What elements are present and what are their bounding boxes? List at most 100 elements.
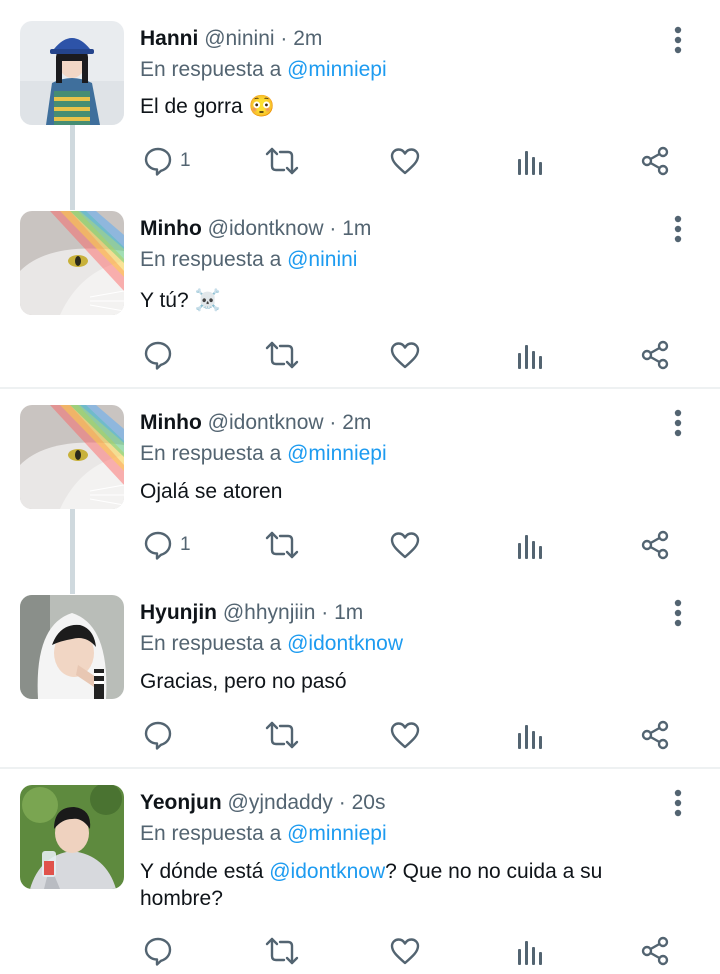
- retweet-button[interactable]: [264, 525, 300, 565]
- like-button[interactable]: [389, 141, 421, 181]
- share-button[interactable]: [639, 141, 671, 181]
- like-button[interactable]: [389, 525, 421, 565]
- retweet-button[interactable]: [264, 931, 300, 971]
- reply-button[interactable]: 1: [142, 525, 191, 565]
- reply-context: En respuesta a @minniepi: [140, 441, 387, 467]
- reply-icon: [144, 341, 172, 370]
- more-options-button[interactable]: [668, 408, 688, 438]
- views-button[interactable]: [516, 141, 544, 181]
- reply-icon: [144, 721, 172, 750]
- share-icon: [641, 720, 669, 750]
- retweet-button[interactable]: [264, 141, 300, 181]
- author-name[interactable]: Hanni: [140, 27, 198, 50]
- author-handle[interactable]: @yjndaddy: [228, 791, 333, 814]
- reply-button[interactable]: [142, 715, 180, 755]
- author-name[interactable]: Hyunjin: [140, 601, 217, 624]
- retweet-icon: [265, 721, 299, 749]
- reply-icon: [144, 147, 172, 176]
- more-options-button[interactable]: [668, 25, 688, 55]
- heart-icon: [390, 342, 420, 369]
- reply-count: 1: [180, 534, 191, 555]
- tweet-text-content: Ojalá se atoren: [140, 480, 283, 503]
- action-bar: 1: [0, 525, 720, 565]
- reply-button[interactable]: [142, 931, 180, 971]
- more-options-button[interactable]: [668, 598, 688, 628]
- reply-count: 1: [180, 150, 191, 171]
- share-button[interactable]: [639, 335, 671, 375]
- views-button[interactable]: [516, 931, 544, 971]
- share-icon: [641, 146, 669, 176]
- divider: [0, 767, 720, 769]
- avatar[interactable]: [20, 405, 124, 509]
- analytics-icon: [518, 151, 542, 175]
- timestamp[interactable]: 2m: [293, 27, 322, 50]
- reply-button[interactable]: [142, 335, 180, 375]
- text-mention[interactable]: @idontknow: [269, 860, 385, 883]
- views-button[interactable]: [516, 715, 544, 755]
- reply-mention[interactable]: @minniepi: [287, 442, 387, 465]
- timestamp[interactable]: 20s: [352, 791, 386, 814]
- views-button[interactable]: [516, 525, 544, 565]
- author-handle[interactable]: @idontknow: [208, 411, 324, 434]
- more-vertical-icon: [674, 26, 682, 54]
- share-button[interactable]: [639, 525, 671, 565]
- reply-mention[interactable]: @ninini: [287, 248, 357, 271]
- reply-context: En respuesta a @idontknow: [140, 631, 403, 657]
- more-vertical-icon: [674, 215, 682, 243]
- more-vertical-icon: [674, 599, 682, 627]
- avatar[interactable]: [20, 211, 124, 315]
- reply-icon: [144, 937, 172, 966]
- timestamp[interactable]: 1m: [342, 217, 371, 240]
- action-bar: [0, 931, 720, 971]
- analytics-icon: [518, 345, 542, 369]
- tweet-header: Hyunjin @hhynjiin · 1m: [140, 600, 363, 626]
- author-name[interactable]: Yeonjun: [140, 791, 222, 814]
- action-bar: [0, 335, 720, 375]
- like-button[interactable]: [389, 715, 421, 755]
- share-button[interactable]: [639, 715, 671, 755]
- more-vertical-icon: [674, 789, 682, 817]
- timestamp[interactable]: 2m: [342, 411, 371, 434]
- more-options-button[interactable]: [668, 214, 688, 244]
- retweet-button[interactable]: [264, 335, 300, 375]
- share-icon: [641, 530, 669, 560]
- tweet-header: Minho @idontknow · 2m: [140, 410, 371, 436]
- retweet-button[interactable]: [264, 715, 300, 755]
- more-options-button[interactable]: [668, 788, 688, 818]
- author-handle[interactable]: @idontknow: [208, 217, 324, 240]
- author-name[interactable]: Minho: [140, 217, 202, 240]
- timestamp[interactable]: 1m: [334, 601, 363, 624]
- avatar[interactable]: [20, 21, 124, 125]
- reply-mention[interactable]: @minniepi: [287, 58, 387, 81]
- divider: [0, 387, 720, 389]
- author-handle[interactable]: @hhynjiin: [223, 601, 316, 624]
- retweet-icon: [265, 937, 299, 965]
- heart-icon: [390, 148, 420, 175]
- heart-icon: [390, 938, 420, 965]
- share-icon: [641, 340, 669, 370]
- tweet-header: Yeonjun @yjndaddy · 20s: [140, 790, 385, 816]
- reply-context: En respuesta a @minniepi: [140, 57, 387, 83]
- share-button[interactable]: [639, 931, 671, 971]
- reply-button[interactable]: 1: [142, 141, 191, 181]
- views-button[interactable]: [516, 335, 544, 375]
- analytics-icon: [518, 535, 542, 559]
- action-bar: [0, 715, 720, 755]
- separator-dot: ·: [280, 27, 288, 50]
- avatar[interactable]: [20, 595, 124, 699]
- author-name[interactable]: Minho: [140, 411, 202, 434]
- like-button[interactable]: [389, 335, 421, 375]
- reply-icon: [144, 531, 172, 560]
- like-button[interactable]: [389, 931, 421, 971]
- reply-prefix: En respuesta a: [140, 442, 282, 465]
- reply-mention[interactable]: @idontknow: [287, 632, 403, 655]
- tweet-text: El de gorra 😳: [140, 93, 680, 120]
- separator-dot: ·: [329, 411, 337, 434]
- reply-mention[interactable]: @minniepi: [287, 822, 387, 845]
- avatar[interactable]: [20, 785, 124, 889]
- separator-dot: ·: [329, 217, 337, 240]
- separator-dot: ·: [321, 601, 329, 624]
- reply-prefix: En respuesta a: [140, 822, 282, 845]
- heart-icon: [390, 722, 420, 749]
- author-handle[interactable]: @ninini: [204, 27, 274, 50]
